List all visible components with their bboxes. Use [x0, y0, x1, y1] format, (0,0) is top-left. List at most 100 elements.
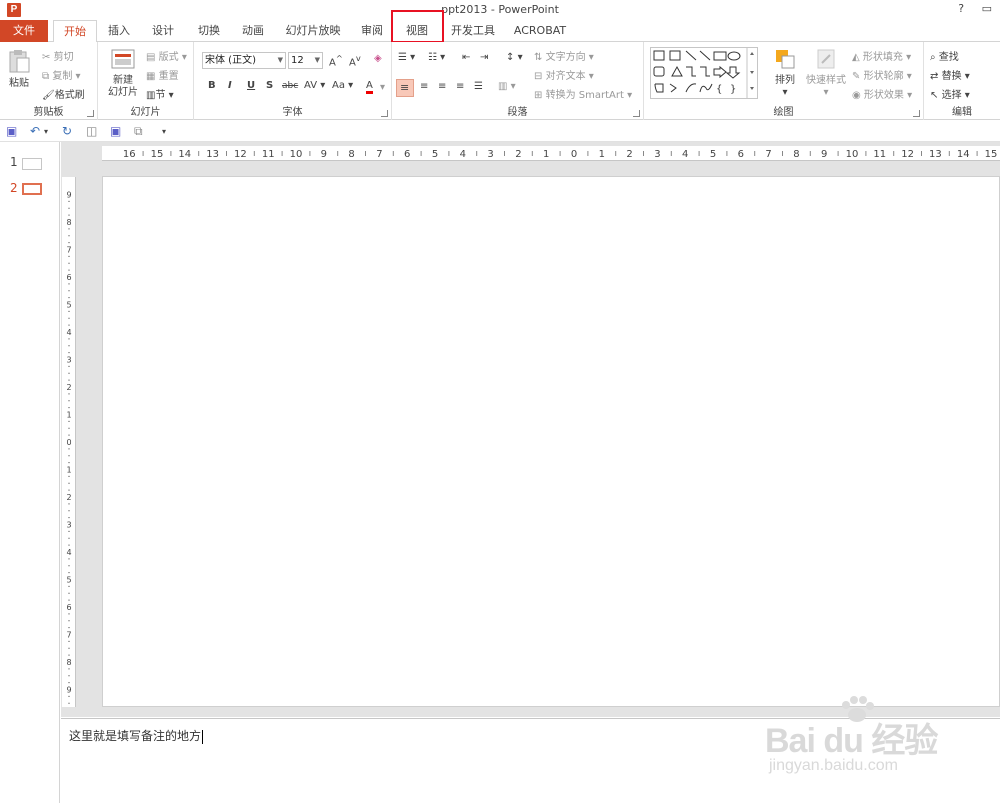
- underline-button[interactable]: U: [247, 80, 255, 91]
- slide-thumbnails-panel: 1 2: [0, 142, 60, 803]
- ruler-tick-label: 9: [321, 149, 327, 160]
- change-case-button[interactable]: Aa ▾: [332, 80, 353, 91]
- slide-canvas[interactable]: [102, 176, 1000, 707]
- shapes-gallery[interactable]: {}: [650, 47, 760, 99]
- shrink-font-button[interactable]: Av: [349, 53, 361, 68]
- distributed-icon[interactable]: ☰: [474, 81, 483, 92]
- bold-button[interactable]: B: [208, 80, 216, 91]
- layout-button[interactable]: ▤ 版式 ▾: [146, 48, 187, 63]
- align-right-icon[interactable]: ≡: [438, 81, 446, 92]
- font-color-label: A: [366, 80, 373, 91]
- italic-button[interactable]: I: [228, 80, 232, 91]
- help-button[interactable]: ?: [958, 2, 964, 15]
- text-direction-button[interactable]: ⇅ 文字方向 ▾: [534, 48, 594, 63]
- shape-fill-button[interactable]: ◭ 形状填充 ▾: [852, 48, 911, 63]
- shape-effects-button[interactable]: ◉ 形状效果 ▾: [852, 86, 912, 101]
- tab-transitions[interactable]: 切换: [189, 20, 229, 42]
- paint-bucket-icon: ◭: [852, 52, 860, 63]
- ruler-tick-label: 4: [682, 149, 688, 160]
- bullets-button[interactable]: ☰ ▾: [398, 52, 415, 63]
- tab-developer[interactable]: 开发工具: [447, 20, 499, 42]
- drawing-launcher-icon[interactable]: [913, 110, 920, 117]
- paste-button[interactable]: 粘贴: [4, 48, 34, 90]
- tab-home[interactable]: 开始: [53, 20, 97, 43]
- svg-text:}: }: [730, 84, 736, 95]
- new-slide-button[interactable]: 新建 幻灯片: [102, 47, 144, 99]
- text-direction-label: 文字方向: [545, 52, 586, 63]
- ribbon-tabs: 文件 开始 插入 设计 切换 动画 幻灯片放映 审阅 视图 开发工具 ACROB…: [0, 20, 1000, 43]
- shadow-button[interactable]: S: [266, 80, 273, 91]
- restore-ribbon-button[interactable]: ▭: [982, 2, 992, 15]
- font-name-combobox[interactable]: 宋体 (正文) ▼: [202, 52, 286, 69]
- replace-button[interactable]: ⇄ 替换 ▾: [930, 67, 970, 82]
- justify-icon[interactable]: ≡: [456, 81, 464, 92]
- decrease-indent-icon[interactable]: ⇤: [462, 52, 470, 63]
- undo-icon[interactable]: ↶: [30, 124, 40, 138]
- character-spacing-button[interactable]: AV ▾: [304, 80, 325, 91]
- font-size-combobox[interactable]: 12 ▼: [288, 52, 323, 69]
- copy-button[interactable]: ⧉ 复制 ▾: [42, 67, 81, 82]
- align-left-button[interactable]: ≡: [396, 79, 414, 97]
- convert-smartart-button[interactable]: ⊞ 转换为 SmartArt ▾: [534, 86, 632, 101]
- tab-animations[interactable]: 动画: [233, 20, 273, 42]
- tab-acrobat[interactable]: ACROBAT: [510, 20, 570, 42]
- start-slideshow-icon[interactable]: ◫: [86, 124, 97, 138]
- quick-access-toolbar: ▣ ↶ ▾ ↻ ◫ ▣ ⧉ ▾: [0, 121, 1000, 142]
- font-launcher-icon[interactable]: [381, 110, 388, 117]
- text-cursor: [202, 729, 204, 744]
- text-direction-icon: ⇅: [534, 52, 543, 63]
- slide-thumbnail-2[interactable]: [22, 183, 42, 195]
- grow-font-button[interactable]: A^: [329, 53, 343, 68]
- customize-qat-icon[interactable]: ▾: [162, 127, 166, 136]
- tab-file[interactable]: 文件: [0, 20, 48, 42]
- watermark-brand: Bai du 经验: [765, 722, 938, 760]
- arrange-button[interactable]: 排列 ▾: [770, 47, 800, 99]
- tab-slideshow[interactable]: 幻灯片放映: [281, 20, 345, 42]
- tab-design[interactable]: 设计: [143, 20, 183, 42]
- notes-text[interactable]: 这里就是填写备注的地方: [69, 727, 204, 744]
- clear-format-icon[interactable]: ◈: [374, 53, 382, 64]
- undo-dropdown-icon[interactable]: ▾: [44, 127, 48, 136]
- save-icon[interactable]: ▣: [6, 124, 17, 138]
- quick-styles-button[interactable]: 快速样式 ▾: [804, 47, 848, 99]
- align-text-button[interactable]: ⊟ 对齐文本 ▾: [534, 67, 594, 82]
- brush-icon: 🖌: [42, 90, 55, 101]
- chevron-down-icon: ▾: [782, 87, 788, 98]
- redo-icon[interactable]: ↻: [62, 124, 72, 138]
- ruler-tick-label: 8: [348, 149, 354, 160]
- tab-insert[interactable]: 插入: [99, 20, 139, 42]
- ruler-tick-label: 3: [66, 356, 71, 365]
- paragraph-launcher-icon[interactable]: [633, 110, 640, 117]
- tab-review[interactable]: 审阅: [352, 20, 392, 42]
- ruler-tick-label: 5: [66, 301, 71, 310]
- increase-indent-icon[interactable]: ⇥: [480, 52, 488, 63]
- touch-mode-icon[interactable]: ⧉: [134, 124, 143, 139]
- font-color-dropdown-icon[interactable]: ▾: [380, 82, 385, 93]
- clipboard-launcher-icon[interactable]: [87, 110, 94, 117]
- layout-icon: ▤: [146, 52, 156, 63]
- strikethrough-button[interactable]: abc: [282, 81, 298, 91]
- save-as-icon[interactable]: ▣: [110, 124, 121, 138]
- format-painter-button[interactable]: 🖌格式刷: [42, 86, 85, 101]
- shape-outline-button[interactable]: ✎ 形状轮廓 ▾: [852, 67, 912, 82]
- horizontal-ruler: 16 15 14 13 12 11 10 9 8 7 6 5 4 3 2 1 0 1 2 3 4 5 6 7 8 9 10 11 12 1…: [102, 146, 1000, 161]
- select-button[interactable]: ↖ 选择 ▾: [930, 86, 970, 101]
- slide-thumbnail-1[interactable]: [22, 158, 42, 170]
- numbering-button[interactable]: ☷ ▾: [428, 52, 445, 63]
- reset-button[interactable]: ▦ 重置: [146, 67, 179, 82]
- ruler-tick-label: 6: [66, 603, 71, 612]
- section-label: 节: [155, 90, 166, 101]
- svg-text:{: {: [716, 84, 722, 95]
- cut-button[interactable]: ✂ 剪切: [42, 48, 74, 63]
- find-button[interactable]: ⌕ 查找: [930, 48, 959, 63]
- columns-button[interactable]: ▥ ▾: [498, 81, 516, 92]
- align-center-icon[interactable]: ≡: [420, 81, 428, 92]
- section-button[interactable]: ▥节 ▾: [146, 86, 174, 101]
- ruler-tick-label: 15: [985, 149, 998, 160]
- ruler-tick-label: 0: [571, 149, 577, 160]
- font-color-button[interactable]: A: [366, 80, 373, 94]
- line-spacing-button[interactable]: ↕ ▾: [506, 52, 523, 63]
- font-group: 宋体 (正文) ▼ 12 ▼ A^ Av ◈ B I U S abc AV ▾ Aa…: [194, 42, 392, 120]
- ruler-tick-label: 3: [487, 149, 493, 160]
- ruler-tick-label: 16: [123, 149, 136, 160]
